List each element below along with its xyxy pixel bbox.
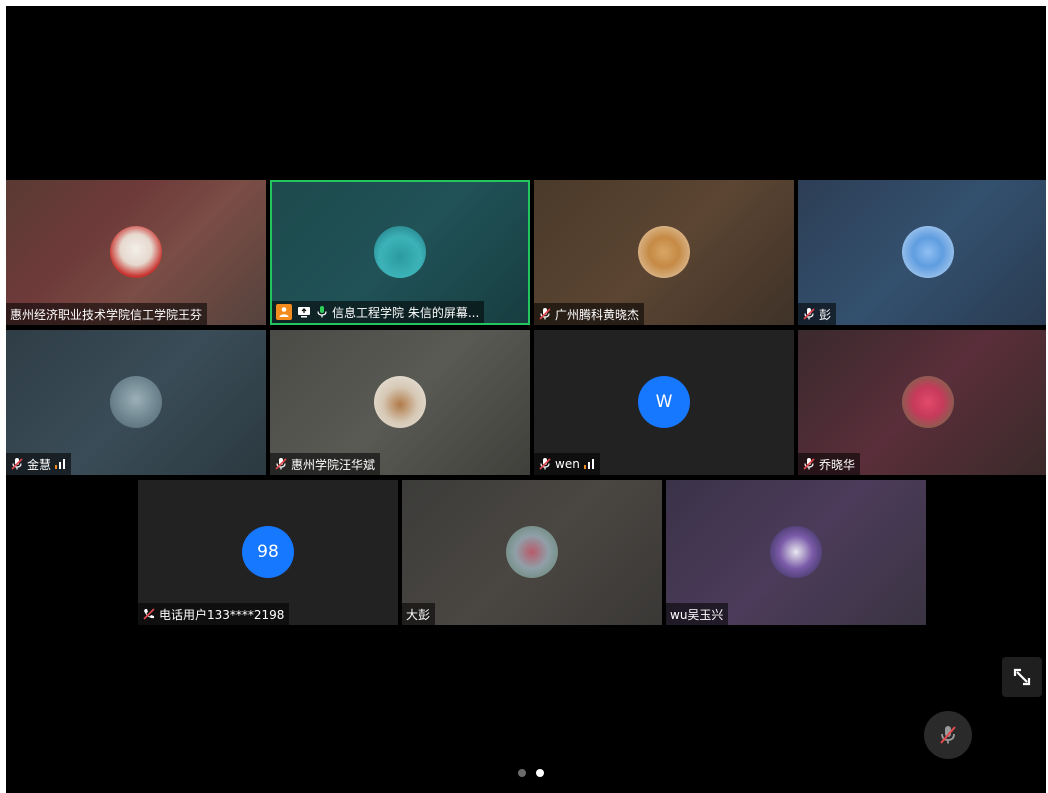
participant-name-label: 金慧 <box>6 453 72 475</box>
presenter-icon <box>276 304 292 320</box>
mic-muted-icon <box>275 458 287 470</box>
participant-name-label: 惠州学院汪华斌 <box>270 453 381 475</box>
page-indicator-dot-active[interactable] <box>536 769 544 777</box>
participant-name-label: 信息工程学院 朱信的屏幕... <box>272 301 485 323</box>
avatar <box>110 376 162 428</box>
screen-share-icon <box>298 307 310 318</box>
avatar: W <box>638 376 690 428</box>
participant-name-label: 惠州经济职业技术学院信工学院王芬 <box>6 303 208 325</box>
participant-name: 信息工程学院 朱信的屏幕... <box>332 305 480 320</box>
participant-name: 惠州经济职业技术学院信工学院王芬 <box>10 307 203 322</box>
participant-name: wen <box>555 457 580 471</box>
avatar <box>902 376 954 428</box>
participant-name-label: 大彭 <box>402 603 436 625</box>
avatar <box>374 376 426 428</box>
participant-name: 电话用户133****2198 <box>159 607 285 622</box>
mic-muted-icon <box>539 458 551 470</box>
mic-on-icon <box>317 306 327 318</box>
participant-name-label: wen <box>534 453 600 475</box>
mic-muted-icon <box>539 308 551 320</box>
participant-tile[interactable]: 广州腾科黄晓杰 <box>534 180 794 325</box>
participant-name-label: wu吴玉兴 <box>666 603 729 625</box>
participant-name-label: 电话用户133****2198 <box>138 603 290 625</box>
avatar <box>770 526 822 578</box>
participant-tile[interactable]: 乔晓华 <box>798 330 1046 475</box>
avatar <box>110 226 162 278</box>
participant-tile[interactable]: 惠州学院汪华斌 <box>270 330 530 475</box>
phone-muted-icon <box>143 608 155 620</box>
signal-weak-icon <box>583 459 594 469</box>
mic-toggle-button[interactable] <box>924 711 972 759</box>
participant-tile[interactable]: 金慧 <box>6 330 266 475</box>
participant-tile[interactable]: W wen <box>534 330 794 475</box>
participant-tile[interactable]: 惠州经济职业技术学院信工学院王芬 <box>6 180 266 325</box>
participant-name: 金慧 <box>27 457 52 472</box>
participant-name: 彭 <box>819 307 832 322</box>
participant-tile[interactable]: 彭 <box>798 180 1046 325</box>
mic-muted-icon <box>803 308 815 320</box>
participant-tile[interactable]: wu吴玉兴 <box>666 480 926 625</box>
avatar: 98 <box>242 526 294 578</box>
participant-name: wu吴玉兴 <box>670 607 724 622</box>
participant-tile[interactable]: 98 电话用户133****2198 <box>138 480 398 625</box>
avatar <box>638 226 690 278</box>
meeting-screen: 惠州经济职业技术学院信工学院王芬 信息工程学院 朱信的屏幕... 广州腾科黄晓杰… <box>6 6 1046 793</box>
mic-muted-icon <box>11 458 23 470</box>
mic-muted-icon <box>803 458 815 470</box>
participant-name: 广州腾科黄晓杰 <box>555 307 640 322</box>
participant-name: 乔晓华 <box>819 457 856 472</box>
participant-name-label: 广州腾科黄晓杰 <box>534 303 645 325</box>
participant-name: 惠州学院汪华斌 <box>291 457 376 472</box>
signal-weak-icon <box>55 459 66 469</box>
exit-fullscreen-button[interactable] <box>1002 657 1042 697</box>
participant-name: 大彭 <box>406 607 431 622</box>
page-indicator-dot[interactable] <box>518 769 526 777</box>
exit-fullscreen-icon <box>1013 668 1031 686</box>
avatar <box>506 526 558 578</box>
avatar <box>902 226 954 278</box>
participant-name-label: 乔晓华 <box>798 453 861 475</box>
participant-name-label: 彭 <box>798 303 837 325</box>
participant-tile-active[interactable]: 信息工程学院 朱信的屏幕... <box>270 180 530 325</box>
participant-tile[interactable]: 大彭 <box>402 480 662 625</box>
mic-off-icon <box>940 726 956 744</box>
avatar <box>374 226 426 278</box>
